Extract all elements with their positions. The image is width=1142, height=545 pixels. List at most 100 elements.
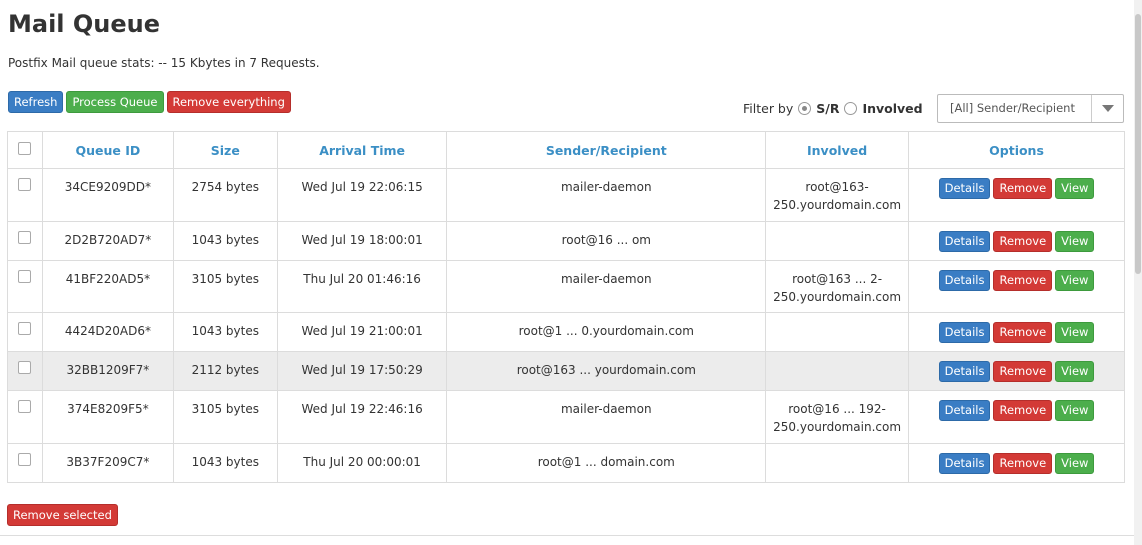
options-cell: Details Remove View	[908, 351, 1125, 391]
row-checkbox[interactable]	[18, 270, 32, 283]
size-cell: 3105 bytes	[172, 390, 278, 444]
involved-cell	[765, 351, 910, 391]
sender-recipient-cell: mailer-daemon	[446, 390, 767, 444]
queue-stats: Postfix Mail queue stats: -- 15 Kbytes i…	[8, 56, 320, 70]
row-checkbox[interactable]	[18, 322, 32, 335]
options-cell: Details Remove View	[908, 168, 1125, 222]
header-size[interactable]: Size	[172, 131, 278, 169]
queue-table: Queue ID Size Arrival Time Sender/Recipi…	[7, 131, 1125, 483]
row-select-cell	[7, 168, 43, 222]
filter-involved-label: Involved	[862, 101, 923, 116]
involved-line-1: root@16 ... 192-	[788, 402, 886, 416]
size-cell: 1043 bytes	[172, 312, 278, 352]
remove-button[interactable]: Remove	[993, 231, 1053, 252]
header-sender-recipient[interactable]: Sender/Recipient	[446, 131, 767, 169]
options-cell: Details Remove View	[908, 443, 1125, 483]
sender-recipient-cell: root@1 ... 0.yourdomain.com	[446, 312, 767, 352]
process-queue-button[interactable]: Process Queue	[66, 91, 164, 113]
table-row[interactable]: 4424D20AD6* 1043 bytes Wed Jul 19 21:00:01…	[7, 312, 1125, 352]
table-header-row: Queue ID Size Arrival Time Sender/Recipi…	[7, 131, 1125, 169]
divider	[0, 535, 1134, 536]
row-select-cell	[7, 312, 43, 352]
view-button[interactable]: View	[1055, 361, 1095, 382]
row-checkbox[interactable]	[18, 178, 32, 191]
sender-recipient-cell: mailer-daemon	[446, 168, 767, 222]
view-button[interactable]: View	[1055, 178, 1095, 199]
filter-sr-radio[interactable]	[798, 102, 812, 115]
header-involved[interactable]: Involved	[765, 131, 910, 169]
details-button[interactable]: Details	[938, 361, 991, 382]
table-row[interactable]: 374E8209F5* 3105 bytes Wed Jul 19 22:46:16…	[7, 390, 1125, 444]
header-arrival-time[interactable]: Arrival Time	[276, 131, 448, 169]
scrollbar-thumb[interactable]	[1135, 14, 1141, 274]
details-button[interactable]: Details	[938, 400, 991, 421]
size-cell: 1043 bytes	[172, 221, 278, 261]
details-button[interactable]: Details	[938, 231, 991, 252]
header-options: Options	[908, 131, 1125, 169]
row-select-cell	[7, 390, 43, 444]
remove-selected-button[interactable]: Remove selected	[7, 504, 118, 526]
options-cell: Details Remove View	[908, 260, 1125, 313]
queue-id-cell: 3B37F209C7*	[41, 443, 174, 483]
row-select-cell	[7, 443, 43, 483]
select-all-checkbox[interactable]	[18, 142, 32, 155]
involved-line-2: 250.yourdomain.com	[773, 290, 902, 304]
refresh-button[interactable]: Refresh	[8, 91, 64, 113]
mail-queue-page: Mail Queue Postfix Mail queue stats: -- …	[0, 0, 1134, 545]
options-cell: Details Remove View	[908, 312, 1125, 352]
filter-select[interactable]: [All] Sender/Recipient	[937, 94, 1124, 123]
options-cell: Details Remove View	[908, 221, 1125, 261]
details-button[interactable]: Details	[938, 453, 991, 474]
involved-cell	[765, 443, 910, 483]
header-queue-id[interactable]: Queue ID	[41, 131, 174, 169]
remove-button[interactable]: Remove	[993, 453, 1053, 474]
queue-id-cell: 2D2B720AD7*	[41, 221, 174, 261]
size-cell: 3105 bytes	[172, 260, 278, 313]
remove-button[interactable]: Remove	[993, 400, 1053, 421]
row-select-cell	[7, 221, 43, 261]
view-button[interactable]: View	[1055, 322, 1095, 343]
table-row[interactable]: 3B37F209C7* 1043 bytes Thu Jul 20 00:00:01…	[7, 443, 1125, 483]
filter-involved-radio[interactable]	[844, 102, 858, 115]
arrival-time-cell: Thu Jul 20 00:00:01	[276, 443, 448, 483]
details-button[interactable]: Details	[938, 270, 991, 291]
involved-cell: root@16 ... 192- 250.yourdomain.com	[765, 390, 910, 444]
involved-cell: root@163- 250.yourdomain.com	[765, 168, 910, 222]
arrival-time-cell: Wed Jul 19 21:00:01	[276, 312, 448, 352]
arrival-time-cell: Wed Jul 19 22:46:16	[276, 390, 448, 444]
view-button[interactable]: View	[1055, 453, 1095, 474]
queue-id-cell: 32BB1209F7*	[41, 351, 174, 391]
row-checkbox[interactable]	[18, 453, 32, 466]
row-checkbox[interactable]	[18, 400, 32, 413]
involved-cell	[765, 312, 910, 352]
toolbar: Refresh Process Queue Remove everything	[8, 91, 291, 113]
table-row[interactable]: 41BF220AD5* 3105 bytes Thu Jul 20 01:46:16…	[7, 260, 1125, 313]
involved-line-2: 250.yourdomain.com	[773, 420, 902, 434]
details-button[interactable]: Details	[938, 322, 991, 343]
select-all-cell	[7, 131, 43, 169]
details-button[interactable]: Details	[938, 178, 991, 199]
size-cell: 1043 bytes	[172, 443, 278, 483]
row-checkbox[interactable]	[18, 361, 32, 374]
arrival-time-cell: Wed Jul 19 17:50:29	[276, 351, 448, 391]
remove-button[interactable]: Remove	[993, 322, 1053, 343]
remove-everything-button[interactable]: Remove everything	[166, 91, 291, 113]
row-checkbox[interactable]	[18, 231, 32, 244]
view-button[interactable]: View	[1055, 270, 1095, 291]
sender-recipient-cell: mailer-daemon	[446, 260, 767, 313]
chevron-down-icon[interactable]	[1091, 95, 1123, 122]
involved-cell	[765, 221, 910, 261]
table-row[interactable]: 2D2B720AD7* 1043 bytes Wed Jul 19 18:00:01…	[7, 221, 1125, 261]
view-button[interactable]: View	[1055, 400, 1095, 421]
page-scrollbar[interactable]	[1134, 0, 1142, 545]
remove-button[interactable]: Remove	[993, 270, 1053, 291]
table-row[interactable]: 32BB1209F7* 2112 bytes Wed Jul 19 17:50:29…	[7, 351, 1125, 391]
table-row[interactable]: 34CE9209DD* 2754 bytes Wed Jul 19 22:06:15…	[7, 168, 1125, 222]
remove-button[interactable]: Remove	[993, 178, 1053, 199]
remove-button[interactable]: Remove	[993, 361, 1053, 382]
view-button[interactable]: View	[1055, 231, 1095, 252]
queue-id-cell: 41BF220AD5*	[41, 260, 174, 313]
sender-recipient-cell: root@1 ... domain.com	[446, 443, 767, 483]
involved-cell: root@163 ... 2- 250.yourdomain.com	[765, 260, 910, 313]
arrival-time-cell: Wed Jul 19 22:06:15	[276, 168, 448, 222]
